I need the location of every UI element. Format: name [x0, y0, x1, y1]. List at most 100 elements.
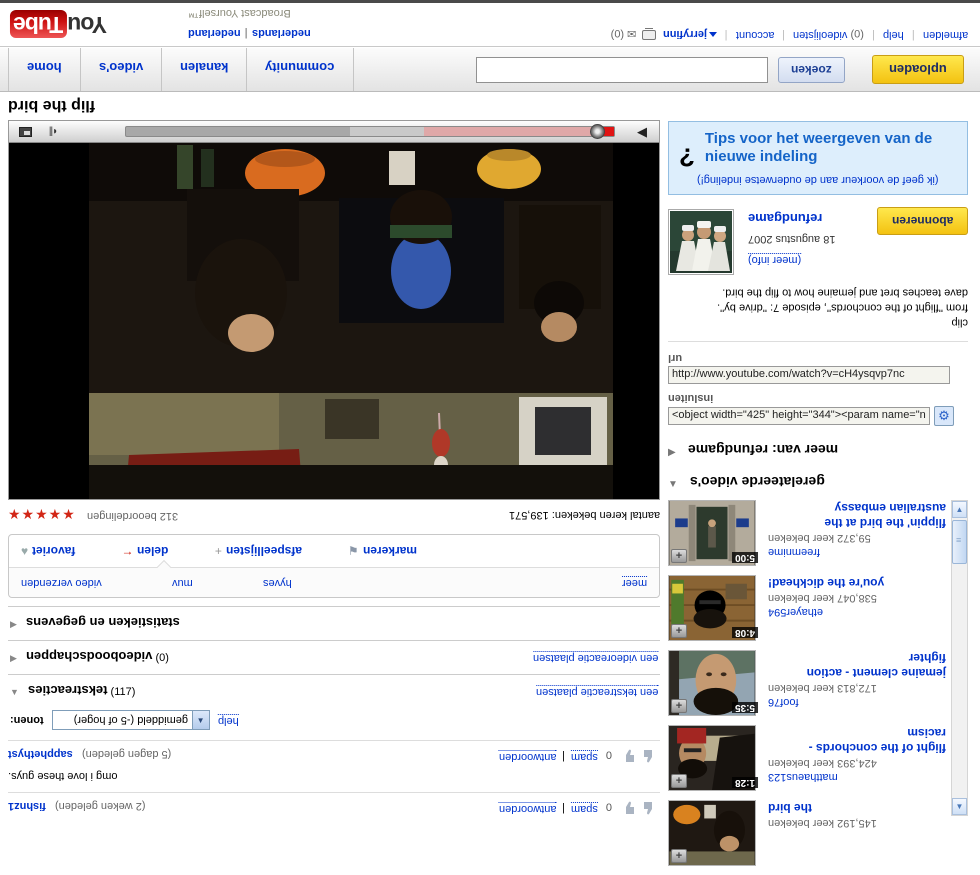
scroll-up-button[interactable]: ▲	[952, 501, 967, 518]
playlists-link[interactable]: videolijsten	[793, 29, 847, 41]
share-muv-link[interactable]: muv	[172, 576, 193, 589]
related-user-link[interactable]: foof76	[768, 696, 799, 708]
playlists-button[interactable]: +afspeellijsten	[215, 544, 302, 558]
subscribe-button[interactable]: abonneren	[877, 207, 968, 235]
share-more-link[interactable]: meer	[622, 576, 647, 589]
upload-button[interactable]: uploaden	[872, 55, 964, 84]
video-frame-art	[89, 143, 613, 499]
related-user-link[interactable]: ethayer594	[768, 606, 823, 618]
related-thumbnail[interactable]: + 5:35	[668, 650, 760, 716]
thumbs-down-button[interactable]	[620, 800, 636, 816]
add-to-quicklist-icon[interactable]: +	[671, 849, 687, 863]
comment-help-link[interactable]: help	[218, 714, 239, 727]
related-title-link[interactable]: the bird	[768, 800, 812, 815]
account-link[interactable]: account	[736, 29, 775, 41]
share-fields: url http://www.youtube.com/watch?v=cH4ys…	[668, 341, 968, 426]
flag-button[interactable]: ⚑markeren	[348, 544, 417, 558]
post-text-comment-link[interactable]: een tekstreactie plaatsen	[536, 685, 658, 698]
favorite-button[interactable]: ♥favoriet	[21, 544, 75, 558]
tab-channels[interactable]: kanalen	[162, 48, 247, 91]
ratings-row: ★★★★★ 312 beoordelingen aantal keren bek…	[8, 506, 660, 528]
seek-bar[interactable]	[125, 126, 615, 137]
seek-loaded	[424, 127, 595, 136]
related-title-link[interactable]: flight of the conchords - racism	[768, 725, 946, 755]
tab-home[interactable]: home	[8, 48, 81, 91]
section-statistics[interactable]: ▶ statistieken en gegevens	[8, 606, 660, 632]
watch-sidebar: ¿ Tips voor het weergeven van de nieuwe …	[668, 121, 968, 875]
section-text-comments[interactable]: ▼ tekstreacties (117) een tekstreactie p…	[8, 674, 660, 700]
volume-button[interactable]: ||◗	[41, 123, 65, 141]
old-layout-optout-link[interactable]: (ik geef de voorkeur aan de ouderwetse i…	[679, 174, 957, 186]
locale-country-link[interactable]: nederland	[188, 27, 241, 39]
related-thumbnail[interactable]: + 4:08	[668, 575, 760, 641]
account-bar: (0) ✉ jerryfinn | account | videolijsten…	[611, 28, 968, 41]
related-title-link[interactable]: jemaine clement - action fighter	[768, 650, 946, 680]
youtube-logo[interactable]: YouTube	[10, 11, 107, 38]
related-title-link[interactable]: you're the dickhead!	[768, 575, 884, 590]
related-videos-row[interactable]: ▼ gerelateerde video's	[668, 474, 968, 490]
tab-community[interactable]: community	[247, 48, 353, 91]
play-button[interactable]: ◀	[625, 124, 659, 140]
related-user-link[interactable]: freemnime	[768, 546, 820, 558]
related-title-link[interactable]: flippin' the bird at the australian emba…	[768, 500, 946, 530]
thumbs-down-button[interactable]	[620, 748, 636, 764]
show-label: tonen:	[10, 714, 44, 726]
comment-author-link[interactable]: sapphethyst	[8, 748, 73, 760]
star-rating[interactable]: ★★★★★	[8, 506, 76, 522]
add-to-quicklist-icon[interactable]: +	[671, 699, 687, 713]
screen-size-button[interactable]	[13, 123, 37, 141]
comment-spam-link[interactable]: spam	[571, 750, 598, 763]
uploader-name-link[interactable]: refundgame	[748, 211, 822, 226]
locale-language-link[interactable]: nederlands	[252, 27, 311, 39]
embed-options-gear-icon[interactable]: ⚙	[934, 406, 954, 426]
add-to-quicklist-icon[interactable]: +	[671, 624, 687, 638]
search-input[interactable]	[476, 57, 768, 83]
comment-reply-link[interactable]: antwoorden	[499, 802, 557, 815]
more-from-row[interactable]: ▶ meer van: refundgame	[668, 442, 968, 458]
view-count: aantal keren bekeken: 139,571	[509, 509, 660, 521]
share-hyves-link[interactable]: hyves	[263, 576, 292, 589]
video-player: ||◗ ◀	[8, 120, 660, 500]
related-thumbnail[interactable]: + 1:28	[668, 725, 760, 791]
triangle-right-icon: ▶	[668, 447, 676, 458]
chevron-down-icon[interactable]	[709, 32, 717, 37]
comment-spam-link[interactable]: spam	[571, 802, 598, 815]
tv-icon[interactable]	[642, 30, 656, 40]
triangle-down-icon: ▼	[668, 479, 678, 490]
signout-link[interactable]: afmelden	[923, 29, 968, 41]
rating-count: 312 beoordelingen	[87, 510, 178, 522]
related-scrollbar[interactable]: ▲ ▼	[951, 500, 968, 816]
search-button[interactable]: zoeken	[778, 57, 845, 83]
comment-reply-link[interactable]: antwoorden	[499, 750, 557, 763]
related-video-item: + the bird 145,192 keer bekeken	[668, 800, 946, 866]
video-screen[interactable]	[9, 143, 659, 499]
post-video-response-link[interactable]: een videoreactie plaatsen	[533, 651, 658, 664]
mail-icon[interactable]: ✉	[627, 29, 636, 41]
related-thumbnail[interactable]: +	[668, 800, 760, 866]
scroll-down-button[interactable]: ▼	[952, 798, 967, 815]
more-info-link[interactable]: (meer info)	[748, 253, 801, 266]
help-link[interactable]: help	[883, 29, 904, 41]
add-to-quicklist-icon[interactable]: +	[671, 774, 687, 788]
username-menu[interactable]: jerryfinn	[663, 28, 707, 40]
comment-filter-select[interactable]: gemiddeld (-5 of hoger) ▼	[52, 710, 210, 730]
watch-main-column: flip the bird ||◗ ◀	[8, 96, 660, 812]
share-send-video-link[interactable]: video verzenden	[21, 576, 102, 589]
select-arrow-icon[interactable]: ▼	[192, 711, 209, 729]
comment-author-link[interactable]: fishnz1	[8, 800, 46, 812]
site-header: YouTube Broadcast Yourself™ nederland|ne…	[0, 3, 980, 47]
related-user-link[interactable]: matthaeus123	[768, 771, 838, 783]
thumbs-up-button[interactable]	[642, 748, 658, 764]
plus-icon: +	[215, 544, 222, 558]
tab-videos[interactable]: video's	[81, 48, 162, 91]
uploader-avatar[interactable]	[668, 209, 734, 275]
thumbs-up-button[interactable]	[642, 800, 658, 816]
related-thumbnail[interactable]: + 5:00	[668, 500, 760, 566]
url-input[interactable]: http://www.youtube.com/watch?v=cH4ysqvp7…	[668, 366, 950, 384]
embed-input[interactable]: <object width="425" height="344"><param …	[668, 407, 930, 425]
scrollbar-thumb[interactable]	[952, 520, 967, 564]
section-video-responses[interactable]: ▶ videoboodschappen (0) een videoreactie…	[8, 640, 660, 666]
share-button[interactable]: →delen	[121, 544, 168, 558]
seek-handle[interactable]	[590, 124, 605, 139]
add-to-quicklist-icon[interactable]: +	[671, 549, 687, 563]
